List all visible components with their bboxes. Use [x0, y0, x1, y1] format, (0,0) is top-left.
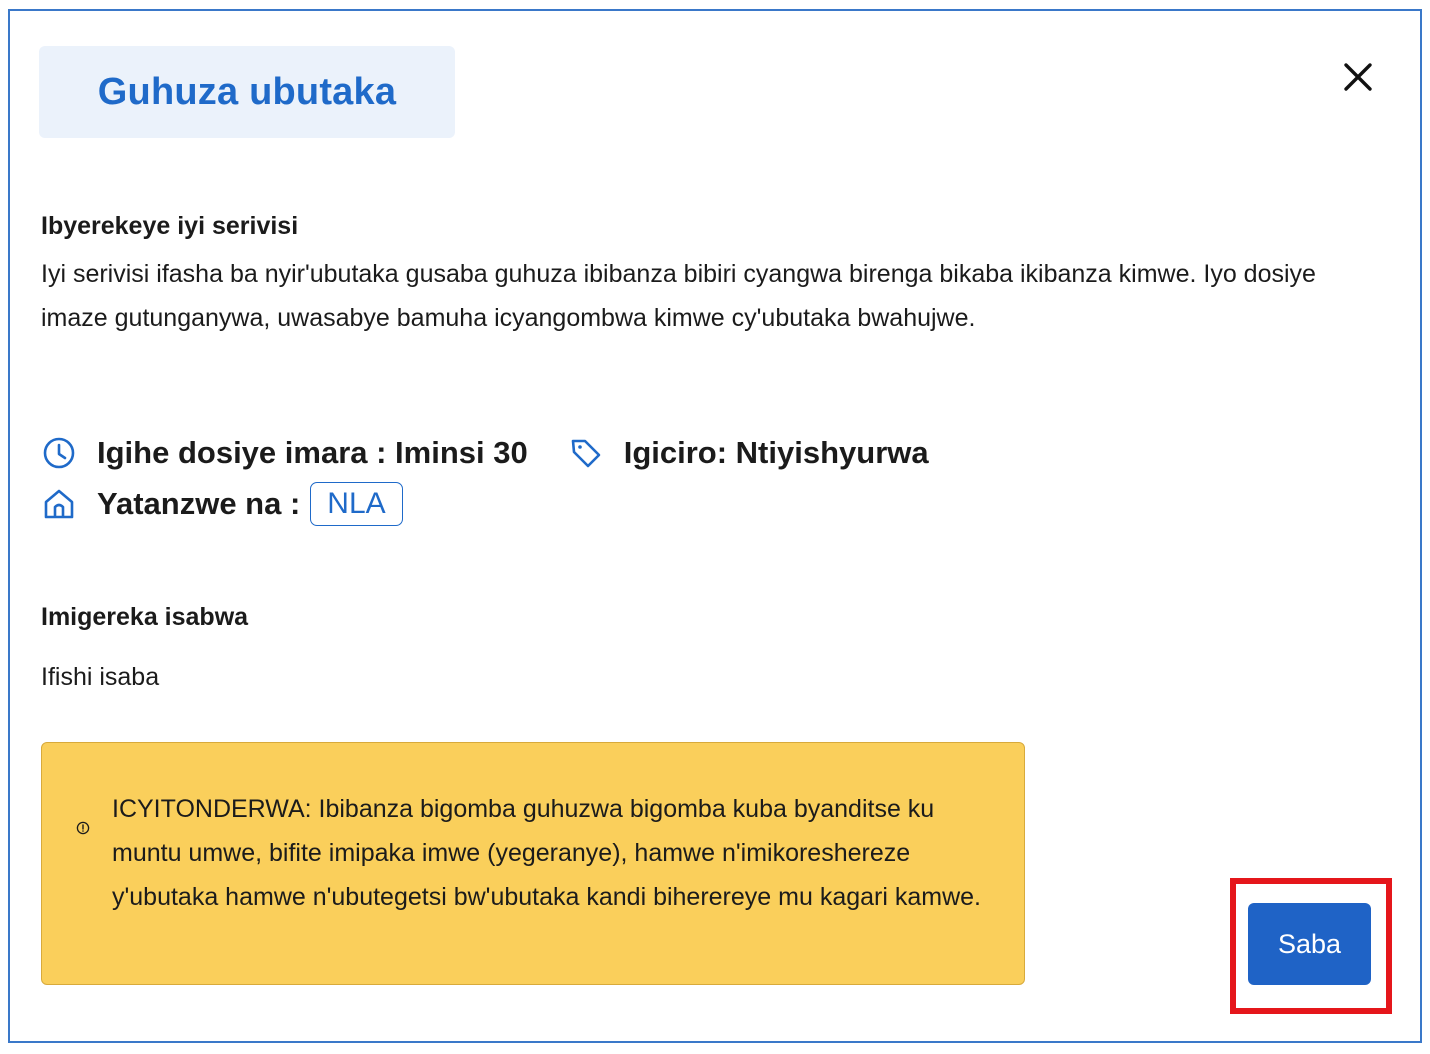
tag-icon: [568, 435, 604, 471]
dialog-title-pill: Guhuza ubutaka: [39, 46, 455, 138]
meta-row-provider: Yatanzwe na : NLA: [41, 481, 403, 527]
clock-icon: [41, 435, 77, 471]
provider-label: Yatanzwe na :: [97, 486, 301, 521]
meta-row-duration-price: Igihe dosiye imara : Iminsi 30 Igiciro: …: [41, 431, 929, 475]
service-dialog: Guhuza ubutaka Ibyerekeye iyi serivisi I…: [8, 9, 1422, 1043]
info-icon: [76, 821, 90, 835]
close-icon: [1344, 63, 1372, 91]
about-description: Iyi serivisi ifasha ba nyir'ubutaka gusa…: [41, 260, 1316, 332]
document-item: Ifishi isaba: [41, 663, 160, 691]
about-heading: Ibyerekeye iyi serivisi: [41, 212, 299, 240]
notice-text: ICYITONDERWA: Ibibanza bigomba guhuzwa b…: [112, 795, 981, 911]
home-icon: [41, 486, 77, 522]
duration-text: Igihe dosiye imara : Iminsi 30: [97, 435, 528, 470]
submit-button[interactable]: Saba: [1248, 903, 1371, 985]
price-text: Igiciro: Ntiyishyurwa: [623, 435, 929, 470]
dialog-title: Guhuza ubutaka: [97, 70, 397, 113]
provider-badge: NLA: [310, 482, 403, 526]
documents-heading: Imigereka isabwa: [41, 603, 249, 631]
notice-box: ICYITONDERWA: Ibibanza bigomba guhuzwa b…: [41, 742, 1025, 985]
close-button[interactable]: [1336, 55, 1380, 99]
